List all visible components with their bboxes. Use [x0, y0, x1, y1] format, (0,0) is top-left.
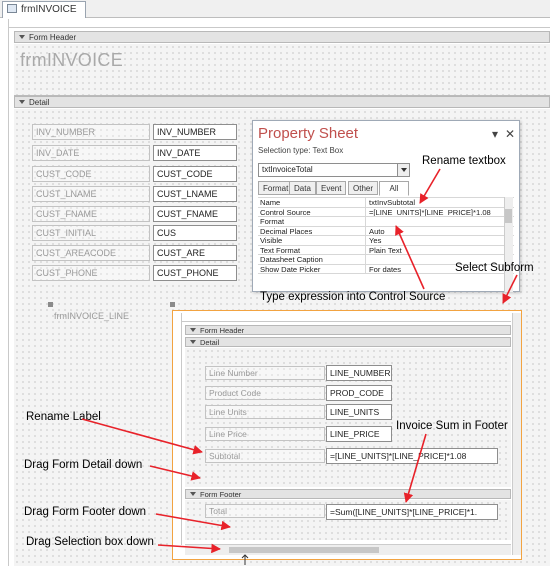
arrow-rename-label [81, 418, 203, 455]
arrow-rename-textbox [419, 168, 441, 204]
annotation-arrows [81, 168, 518, 565]
arrow-select-subform [502, 274, 518, 304]
resize-cursor-icon [241, 554, 249, 565]
arrow-drag-footer [155, 513, 231, 531]
arrow-drag-selection [157, 543, 221, 554]
arrow-invoice-sum [403, 433, 427, 503]
arrow-drag-detail [149, 465, 201, 481]
arrow-type-expression [395, 225, 425, 290]
